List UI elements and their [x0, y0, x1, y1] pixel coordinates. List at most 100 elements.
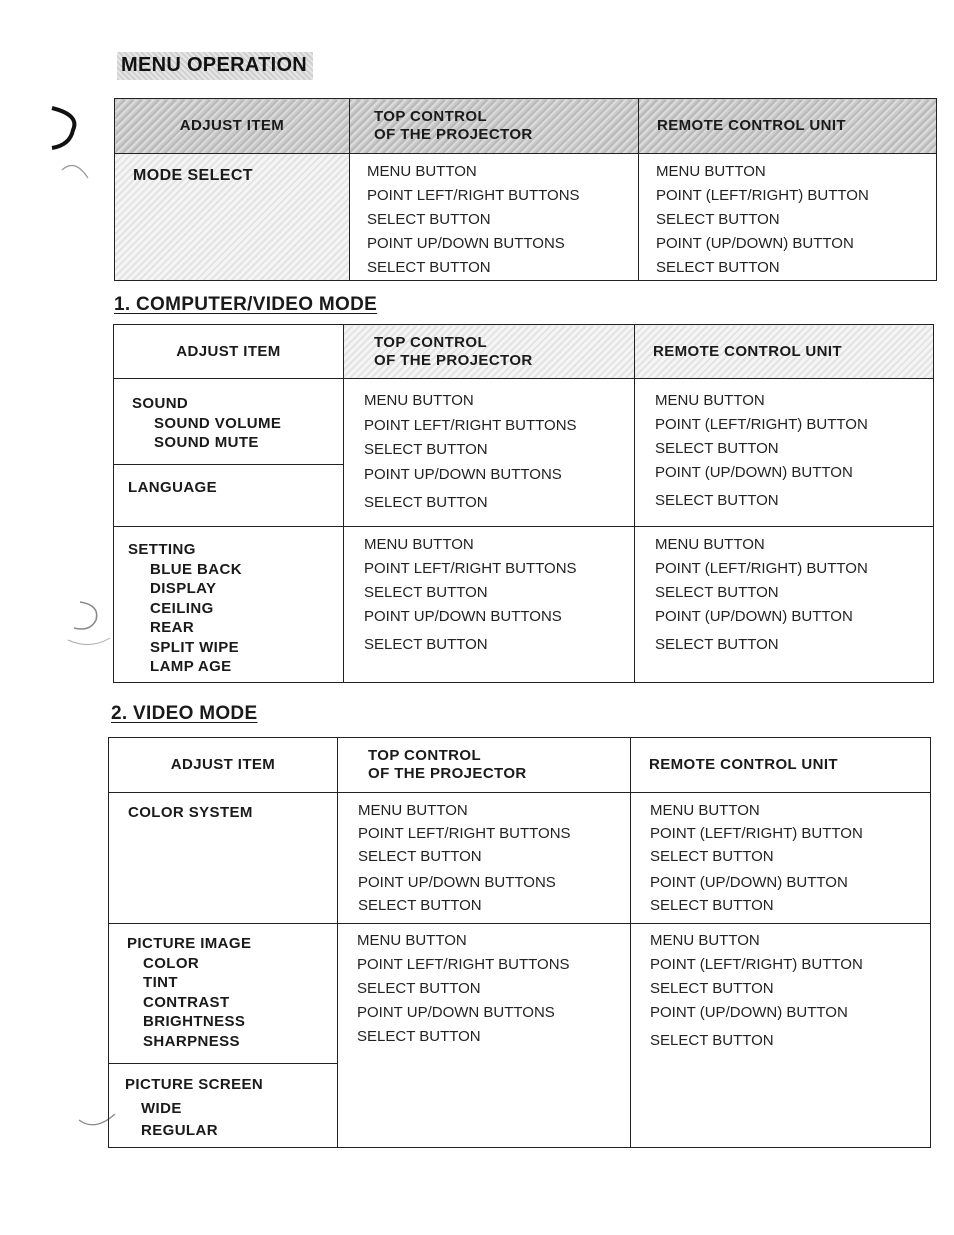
step: POINT (LEFT/RIGHT) BUTTON — [650, 956, 863, 973]
header-remote-control: REMOTE CONTROL UNIT — [638, 98, 937, 154]
step: MENU BUTTON — [650, 802, 760, 819]
top-control-steps: MENU BUTTON POINT LEFT/RIGHT BUTTONS SEL… — [337, 792, 631, 924]
top-control-steps: MENU BUTTON POINT LEFT/RIGHT BUTTONS SEL… — [343, 526, 635, 683]
header-adjust-item: ADJUST ITEM — [108, 737, 338, 793]
adjust-subitem: COLOR — [143, 954, 200, 972]
step: POINT (LEFT/RIGHT) BUTTON — [656, 187, 869, 204]
adjust-subitem: LAMP AGE — [150, 658, 232, 675]
adjust-item-cell: COLOR SYSTEM — [108, 792, 338, 924]
header-remote-control: REMOTE CONTROL UNIT — [634, 324, 934, 379]
remote-control-steps: MENU BUTTON POINT (LEFT/RIGHT) BUTTON SE… — [630, 792, 931, 924]
computer-video-mode-table: ADJUST ITEM TOP CONTROL OF THE PROJECTOR … — [113, 324, 934, 683]
adjust-subitem: BLUE BACK — [150, 560, 242, 578]
header-top-control-line1: TOP CONTROL — [374, 333, 488, 351]
binder-hole-mark-icon — [67, 601, 111, 645]
step: POINT UP/DOWN BUTTONS — [357, 1004, 555, 1021]
adjust-subitem: SHARPNESS — [143, 1032, 240, 1050]
header-top-control-line1: TOP CONTROL — [368, 747, 482, 764]
step: SELECT BUTTON — [364, 636, 488, 653]
step: SELECT BUTTON — [357, 1028, 481, 1045]
video-mode-table: ADJUST ITEM TOP CONTROL OF THE PROJECTOR … — [108, 737, 931, 1148]
header-remote-control-label: REMOTE CONTROL UNIT — [657, 117, 846, 134]
adjust-item-cell: MODE SELECT — [114, 153, 350, 281]
adjust-subitem: TINT — [143, 974, 178, 991]
step: POINT UP/DOWN BUTTONS — [364, 608, 562, 625]
top-control-steps: MENU BUTTON POINT LEFT/RIGHT BUTTONS SEL… — [349, 153, 639, 281]
step: POINT LEFT/RIGHT BUTTONS — [357, 956, 570, 973]
remote-control-steps: MENU BUTTON POINT (LEFT/RIGHT) BUTTON SE… — [638, 153, 937, 281]
header-remote-control: REMOTE CONTROL UNIT — [630, 737, 931, 793]
step: POINT LEFT/RIGHT BUTTONS — [358, 825, 571, 842]
header-adjust-item: ADJUST ITEM — [114, 98, 350, 154]
step: SELECT BUTTON — [650, 848, 774, 865]
step: MENU BUTTON — [364, 536, 474, 553]
adjust-subitem: BRIGHTNESS — [143, 1013, 246, 1030]
adjust-subitem: SOUND VOLUME — [154, 414, 282, 432]
step: POINT (UP/DOWN) BUTTON — [650, 874, 848, 891]
section-title-video-mode: 2. VIDEO MODE — [111, 703, 258, 724]
step: SELECT BUTTON — [655, 584, 779, 601]
table-row: SETTING BLUE BACK DISPLAY CEILING REAR S… — [113, 526, 934, 683]
step: SELECT BUTTON — [367, 211, 491, 228]
top-control-steps: MENU BUTTON POINT LEFT/RIGHT BUTTONS SEL… — [343, 378, 635, 527]
adjust-item: PICTURE SCREEN — [125, 1076, 264, 1093]
step: POINT (UP/DOWN) BUTTON — [656, 235, 854, 252]
adjust-item-cell: SETTING BLUE BACK DISPLAY CEILING REAR S… — [113, 526, 344, 683]
remote-control-steps: MENU BUTTON POINT (LEFT/RIGHT) BUTTON SE… — [634, 378, 934, 527]
step: MENU BUTTON — [367, 163, 477, 180]
adjust-item: SOUND — [132, 395, 189, 412]
step: SELECT BUTTON — [656, 211, 780, 228]
adjust-item: COLOR SYSTEM — [128, 804, 253, 821]
step: POINT (LEFT/RIGHT) BUTTON — [655, 416, 868, 433]
step: SELECT BUTTON — [358, 848, 482, 865]
step: MENU BUTTON — [358, 802, 468, 819]
table-row: PICTURE IMAGE COLOR TINT CONTRAST BRIGHT… — [108, 923, 931, 1148]
step: SELECT BUTTON — [650, 897, 774, 914]
remote-control-steps: MENU BUTTON POINT (LEFT/RIGHT) BUTTON SE… — [630, 923, 931, 1148]
step: SELECT BUTTON — [364, 441, 488, 458]
header-top-control-line2: OF THE PROJECTOR — [374, 351, 533, 369]
step: POINT (LEFT/RIGHT) BUTTON — [650, 825, 863, 842]
step: SELECT BUTTON — [655, 636, 779, 653]
binder-hole-mark-icon — [51, 106, 89, 179]
step: POINT (UP/DOWN) BUTTON — [655, 464, 853, 481]
header-adjust-item: ADJUST ITEM — [113, 324, 344, 379]
adjust-subitem: REAR — [150, 619, 195, 636]
step: POINT UP/DOWN BUTTONS — [364, 465, 562, 483]
adjust-item: SETTING — [128, 541, 196, 558]
step: MENU BUTTON — [364, 392, 474, 409]
step: SELECT BUTTON — [364, 494, 488, 511]
step: SELECT BUTTON — [655, 440, 779, 457]
header-remote-control-label: REMOTE CONTROL UNIT — [653, 342, 842, 360]
adjust-item-cell: PICTURE IMAGE COLOR TINT CONTRAST BRIGHT… — [108, 923, 338, 1064]
top-control-steps: MENU BUTTON POINT LEFT/RIGHT BUTTONS SEL… — [337, 923, 631, 1148]
remote-control-steps: MENU BUTTON POINT (LEFT/RIGHT) BUTTON SE… — [634, 526, 934, 683]
adjust-item: PICTURE IMAGE — [127, 935, 252, 952]
step: SELECT BUTTON — [358, 897, 482, 914]
page-title: MENU OPERATION — [117, 52, 314, 80]
step: MENU BUTTON — [655, 536, 765, 553]
header-top-control-line2: OF THE PROJECTOR — [374, 126, 533, 143]
adjust-subitem: CEILING — [150, 599, 214, 617]
header-top-control: TOP CONTROL OF THE PROJECTOR — [349, 98, 639, 154]
header-top-control: TOP CONTROL OF THE PROJECTOR — [343, 324, 635, 379]
adjust-subitem: SOUND MUTE — [154, 434, 259, 451]
step: POINT (UP/DOWN) BUTTON — [650, 1004, 848, 1021]
step: POINT UP/DOWN BUTTONS — [367, 235, 565, 252]
step: SELECT BUTTON — [364, 584, 488, 601]
step: POINT LEFT/RIGHT BUTTONS — [364, 416, 577, 434]
step: MENU BUTTON — [650, 932, 760, 949]
table-row: SOUND SOUND VOLUME SOUND MUTE MENU BUTTO… — [113, 378, 934, 527]
step: POINT (UP/DOWN) BUTTON — [655, 608, 853, 625]
mode-select-table: ADJUST ITEM TOP CONTROL OF THE PROJECTOR … — [114, 98, 937, 281]
header-remote-control-label: REMOTE CONTROL UNIT — [649, 756, 838, 773]
step: SELECT BUTTON — [655, 492, 779, 509]
adjust-item-cell: LANGUAGE — [113, 464, 344, 527]
step: SELECT BUTTON — [650, 980, 774, 997]
header-top-control-line2: OF THE PROJECTOR — [368, 765, 527, 782]
step: SELECT BUTTON — [656, 259, 780, 276]
step: SELECT BUTTON — [367, 259, 491, 276]
adjust-item: LANGUAGE — [128, 479, 218, 496]
step: MENU BUTTON — [357, 932, 467, 949]
adjust-item-cell: SOUND SOUND VOLUME SOUND MUTE — [113, 378, 344, 465]
